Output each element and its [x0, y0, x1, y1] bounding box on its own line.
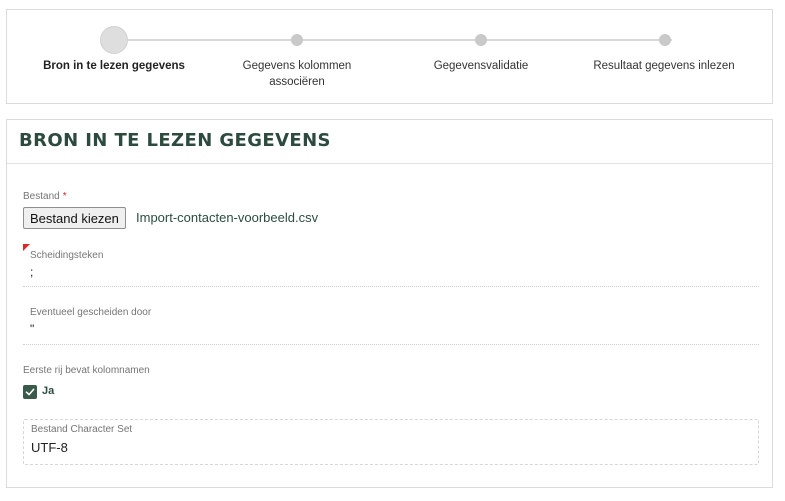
separator-input[interactable]: ; [30, 265, 33, 279]
step-4-indicator[interactable] [659, 34, 671, 46]
import-stepper: Bron in te lezen gegevens Gegevens kolom… [6, 9, 773, 104]
header-row-label: Eerste rij bevat kolomnamen [23, 365, 150, 376]
enclosure-input[interactable]: " [30, 322, 34, 336]
form-header: BRON IN TE LEZEN GEGEVENS [7, 120, 772, 164]
file-label: Bestand [23, 191, 60, 202]
step-1-indicator[interactable] [100, 26, 128, 54]
separator-field[interactable]: Scheidingsteken ; [23, 246, 759, 287]
header-row-checkbox-label[interactable]: Ja [42, 385, 54, 397]
file-label-wrap: Bestand * [23, 191, 67, 202]
step-4-label[interactable]: Resultaat gegevens inlezen [589, 58, 739, 74]
header-row-checkbox[interactable] [23, 385, 37, 399]
enclosure-field[interactable]: Eventueel gescheiden door " [23, 303, 759, 345]
stepper-track [114, 39, 672, 41]
checkmark-icon [25, 388, 35, 396]
charset-select[interactable]: UTF-8 [31, 440, 68, 455]
charset-field[interactable]: Bestand Character Set UTF-8 [23, 419, 759, 465]
step-3-indicator[interactable] [475, 34, 487, 46]
step-2-label[interactable]: Gegevens kolommen associëren [227, 58, 367, 90]
separator-label: Scheidingsteken [30, 250, 104, 261]
step-2-indicator[interactable] [291, 34, 303, 46]
form-title: BRON IN TE LEZEN GEGEVENS [19, 130, 331, 151]
selected-file-name: Import-contacten-voorbeeld.csv [136, 210, 319, 225]
enclosure-label: Eventueel gescheiden door [30, 307, 152, 318]
step-3-label[interactable]: Gegevensvalidatie [406, 58, 556, 74]
required-mark: * [62, 191, 67, 202]
step-1-label[interactable]: Bron in te lezen gegevens [39, 58, 189, 74]
import-source-form: BRON IN TE LEZEN GEGEVENS Bestand * Besta… [6, 119, 773, 488]
choose-file-button[interactable]: Bestand kiezen [23, 207, 126, 229]
charset-label: Bestand Character Set [31, 424, 133, 435]
